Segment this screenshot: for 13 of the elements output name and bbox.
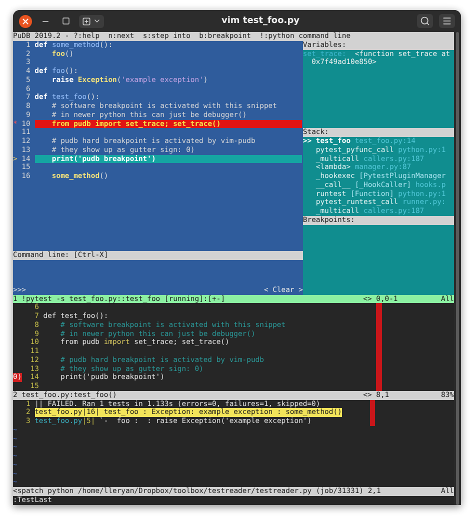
menu-icon xyxy=(442,16,452,26)
caret-icon xyxy=(93,17,101,25)
close-button[interactable] xyxy=(19,14,32,28)
window-title: vim test_foo.py xyxy=(220,16,301,26)
maximize-icon xyxy=(62,17,70,25)
search-icon xyxy=(420,16,430,26)
search-button[interactable] xyxy=(417,14,433,28)
scrollbar-thumb[interactable] xyxy=(456,32,459,505)
close-icon xyxy=(21,16,30,26)
new-tab-button[interactable] xyxy=(79,14,104,28)
new-tab-icon xyxy=(82,16,91,26)
color-column xyxy=(370,400,376,426)
menu-button[interactable] xyxy=(439,14,455,28)
